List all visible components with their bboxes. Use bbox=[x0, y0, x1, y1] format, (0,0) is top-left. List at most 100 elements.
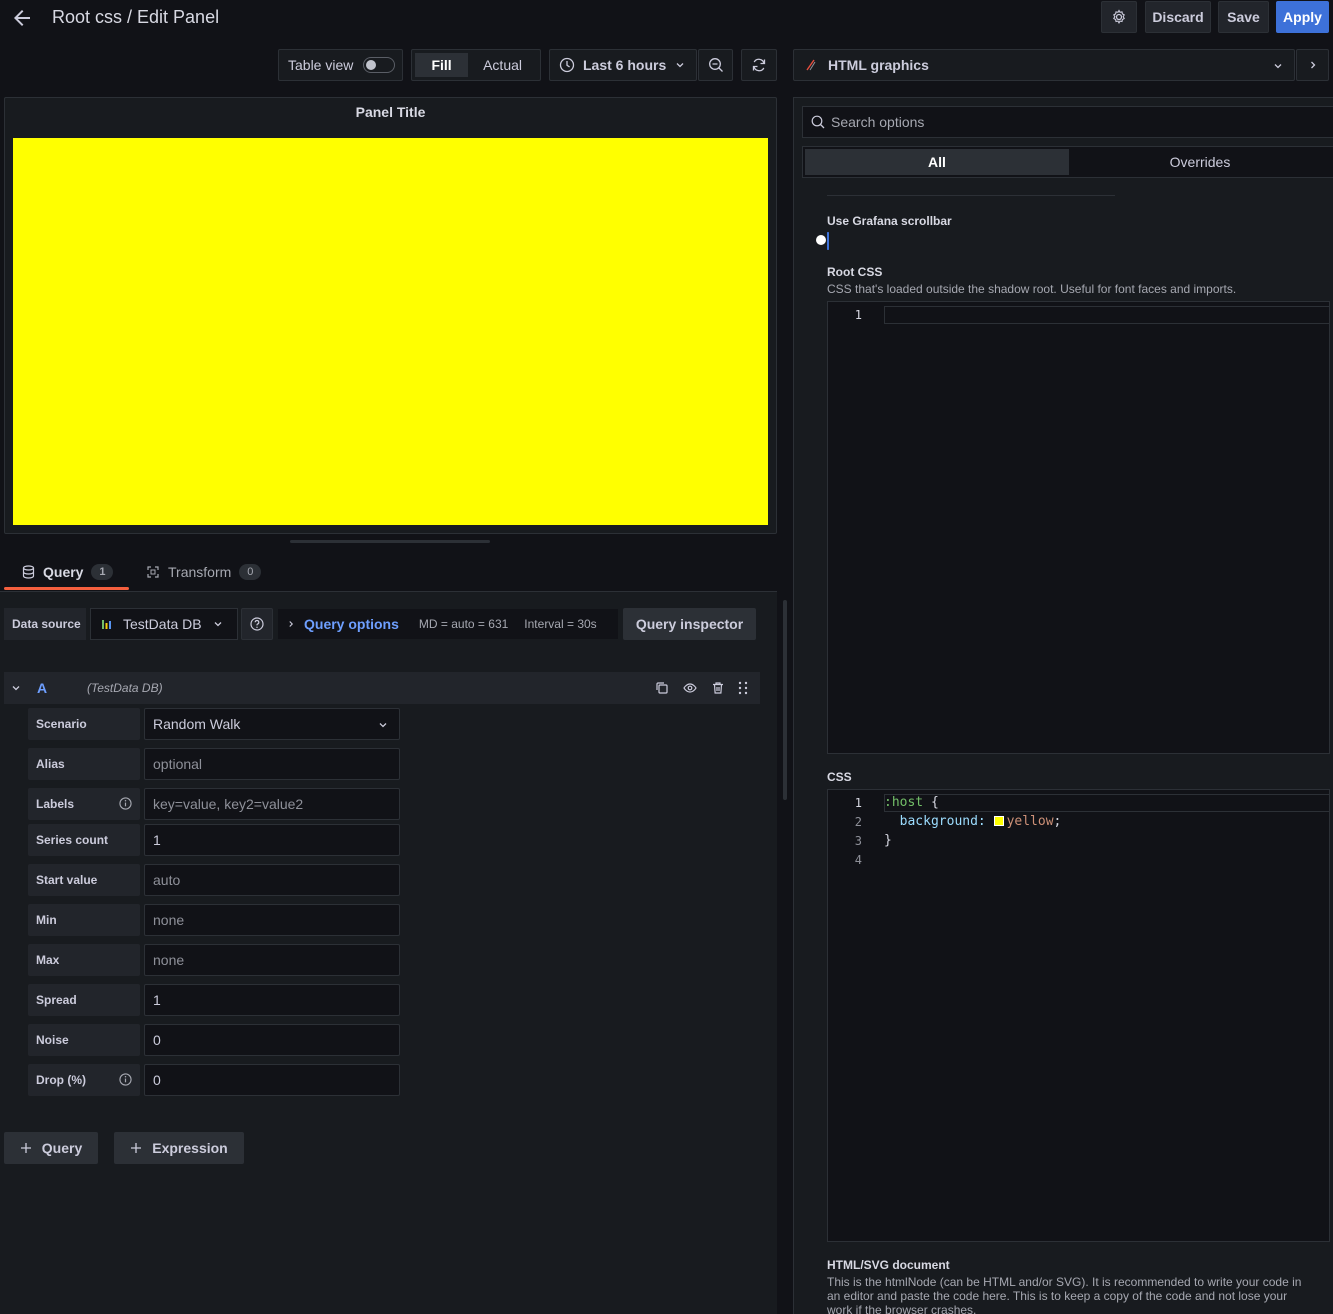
line-number: 4 bbox=[854, 853, 862, 867]
discard-button[interactable]: Discard bbox=[1145, 1, 1211, 33]
actual-option[interactable]: Actual bbox=[468, 53, 537, 77]
search-options-input[interactable]: Search options bbox=[802, 106, 1333, 138]
add-expression-button[interactable]: Expression bbox=[114, 1132, 244, 1164]
info-circle-icon[interactable] bbox=[119, 797, 132, 810]
fill-actual-radio[interactable]: Fill Actual bbox=[411, 49, 541, 81]
add-query-button[interactable]: Query bbox=[4, 1132, 98, 1164]
field-label: Spread bbox=[36, 993, 77, 1007]
refresh-icon bbox=[752, 58, 766, 72]
chevron-down-icon bbox=[676, 63, 684, 68]
chevron-down-icon[interactable] bbox=[10, 682, 22, 694]
query-ref-id[interactable]: A bbox=[37, 680, 47, 696]
database-icon bbox=[22, 565, 35, 579]
max-data-points-info: MD = auto = 631 bbox=[418, 617, 509, 631]
color-swatch[interactable] bbox=[993, 816, 1004, 826]
css-selector: :host bbox=[884, 795, 924, 810]
alias-label: Alias bbox=[28, 748, 140, 780]
dashboard-settings-button[interactable] bbox=[1101, 1, 1137, 33]
series-count-input[interactable]: 1 bbox=[144, 824, 400, 856]
field-label: Min bbox=[36, 913, 57, 927]
query-options-row[interactable]: Query options MD = auto = 631 Interval =… bbox=[277, 608, 619, 640]
field-label: Start value bbox=[36, 873, 98, 887]
labels-input[interactable]: key=value, key2=value2 bbox=[144, 788, 400, 820]
visualization-picker[interactable]: HTML graphics bbox=[793, 49, 1295, 81]
tab-overrides[interactable]: Overrides bbox=[1069, 149, 1331, 175]
section-divider bbox=[827, 195, 1115, 196]
scenario-label: Scenario bbox=[28, 708, 140, 740]
query-row-header[interactable]: A (TestData DB) bbox=[4, 672, 760, 704]
min-input[interactable]: none bbox=[144, 904, 400, 936]
css-editor[interactable]: 1 2 3 4 :host { background: yellow; } bbox=[827, 789, 1330, 1242]
root-css-editor[interactable]: 1 bbox=[827, 301, 1330, 754]
data-source-value: TestData DB bbox=[123, 616, 202, 632]
data-source-picker[interactable]: TestData DB bbox=[90, 608, 238, 640]
tab-all[interactable]: All bbox=[805, 149, 1069, 175]
fill-option[interactable]: Fill bbox=[415, 53, 469, 77]
eye-icon[interactable] bbox=[683, 681, 697, 695]
query-inspector-button[interactable]: Query inspector bbox=[623, 608, 756, 640]
line-number: 1 bbox=[854, 796, 862, 810]
scenario-select[interactable]: Random Walk bbox=[144, 708, 400, 740]
copy-icon[interactable] bbox=[655, 681, 669, 695]
code-line-3: } bbox=[884, 833, 892, 848]
start-value-input[interactable]: auto bbox=[144, 864, 400, 896]
query-options-link[interactable]: Query options bbox=[304, 616, 399, 632]
spread-input[interactable]: 1 bbox=[144, 984, 400, 1016]
active-line-highlight bbox=[884, 306, 1330, 324]
query-scrollbar[interactable] bbox=[783, 600, 787, 800]
scrollbar-toggle[interactable] bbox=[816, 232, 829, 250]
query-datasource-name: (TestData DB) bbox=[87, 681, 163, 695]
tab-query[interactable]: Query 1 bbox=[22, 564, 114, 580]
chevron-right-icon bbox=[1310, 61, 1315, 69]
time-picker-button[interactable]: Last 6 hours bbox=[549, 49, 697, 81]
alias-input[interactable]: optional bbox=[144, 748, 400, 780]
trash-icon[interactable] bbox=[711, 681, 725, 695]
root-css-description: CSS that's loaded outside the shadow roo… bbox=[827, 282, 1237, 296]
options-pane: Search options All Overrides Use Grafana… bbox=[793, 97, 1333, 1314]
save-button[interactable]: Save bbox=[1218, 1, 1269, 33]
html-doc-description: This is the htmlNode (can be HTML and/or… bbox=[827, 1275, 1302, 1314]
chevron-right-icon bbox=[289, 621, 294, 627]
max-input[interactable]: none bbox=[144, 944, 400, 976]
noise-input[interactable]: 0 bbox=[144, 1024, 400, 1056]
panel-title[interactable]: Panel Title bbox=[5, 104, 776, 120]
panel-preview: Panel Title bbox=[4, 97, 777, 534]
info-circle-icon[interactable] bbox=[119, 1073, 132, 1086]
refresh-button[interactable] bbox=[741, 49, 777, 81]
data-source-help-button[interactable] bbox=[241, 608, 273, 640]
apply-button[interactable]: Apply bbox=[1276, 1, 1329, 33]
plus-icon bbox=[131, 1143, 142, 1153]
zoom-out-button[interactable] bbox=[698, 49, 733, 81]
field-label: Series count bbox=[36, 833, 109, 847]
table-view-toggle[interactable]: Table view bbox=[278, 49, 403, 81]
collapse-options-button[interactable] bbox=[1296, 49, 1329, 81]
field-label: Alias bbox=[36, 757, 65, 771]
chevron-down-icon bbox=[214, 622, 222, 627]
table-view-switch[interactable] bbox=[363, 57, 396, 73]
scenario-value: Random Walk bbox=[153, 716, 241, 732]
data-source-label: Data source bbox=[4, 608, 86, 640]
table-view-label: Table view bbox=[288, 57, 354, 73]
options-tabs[interactable]: All Overrides bbox=[802, 146, 1333, 178]
css-property: background: bbox=[884, 814, 994, 829]
visualization-name: HTML graphics bbox=[828, 57, 929, 73]
spread-label: Spread bbox=[28, 984, 140, 1016]
drop-input[interactable]: 0 bbox=[144, 1064, 400, 1096]
max-label: Max bbox=[28, 944, 140, 976]
tab-transform-count: 0 bbox=[239, 564, 262, 580]
transform-icon bbox=[147, 566, 159, 578]
clock-icon bbox=[559, 57, 575, 73]
field-label: Labels bbox=[36, 797, 75, 811]
drag-handle-icon[interactable] bbox=[737, 681, 749, 695]
code-line-1: :host { bbox=[884, 795, 939, 810]
tab-transform-label: Transform bbox=[168, 564, 232, 580]
tab-transform[interactable]: Transform 0 bbox=[146, 564, 262, 580]
field-label: Max bbox=[36, 953, 60, 967]
splitter-handle[interactable] bbox=[290, 540, 490, 543]
tab-query-count: 1 bbox=[91, 564, 114, 580]
labels-label: Labels bbox=[28, 788, 140, 820]
css-value: yellow bbox=[1006, 814, 1054, 829]
line-number: 2 bbox=[854, 815, 862, 829]
page-title: Root css / Edit Panel bbox=[52, 7, 220, 27]
back-arrow-icon[interactable] bbox=[10, 6, 34, 30]
